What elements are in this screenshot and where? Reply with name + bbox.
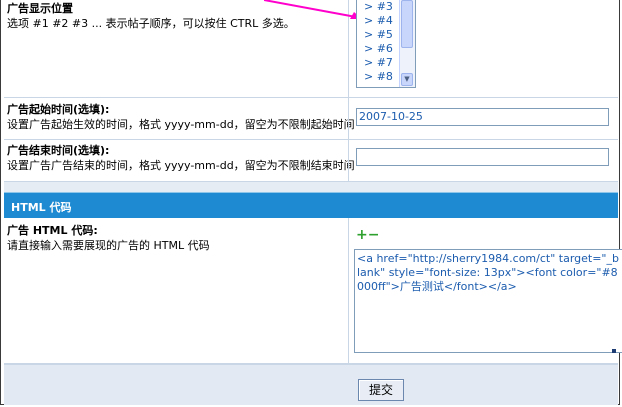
end-time-label-group: 广告结束时间(选填): 设置广告广告结束的时间，格式 yyyy-mm-dd，留空… <box>7 144 355 173</box>
minus-icon[interactable]: − <box>368 227 380 243</box>
column-divider <box>348 98 349 139</box>
position-title: 广告显示位置 <box>7 2 73 15</box>
html-code-row: 广告 HTML 代码: 请直接输入需要展现的广告的 HTML 代码 +− <a … <box>4 218 622 364</box>
end-time-input[interactable] <box>356 148 609 166</box>
html-code-textarea[interactable]: <a href="http://sherry1984.com/ct" targe… <box>354 249 622 353</box>
position-option[interactable]: > #4 <box>364 14 393 28</box>
form-footer: 提交 <box>4 364 618 405</box>
end-time-row: 广告结束时间(选填): 设置广告广告结束的时间，格式 yyyy-mm-dd，留空… <box>4 140 618 182</box>
start-time-desc: 设置广告起始生效的时间，格式 yyyy-mm-dd，留空为不限制起始时间 <box>7 118 355 131</box>
start-time-input[interactable]: 2007-10-25 <box>356 108 609 126</box>
column-divider <box>348 140 349 181</box>
end-time-desc: 设置广告广告结束的时间，格式 yyyy-mm-dd，留空为不限制结束时间 <box>7 159 355 172</box>
scrollbar-thumb[interactable] <box>401 0 413 48</box>
position-option[interactable]: > #5 <box>364 28 393 42</box>
position-row: 广告显示位置 选项 #1 #2 #3 ... 表示帖子顺序，可以按住 CTRL … <box>4 0 618 98</box>
annotation-arrow-icon <box>264 0 362 19</box>
scroll-down-arrow-icon[interactable]: ▼ <box>401 73 413 86</box>
column-divider <box>348 218 349 363</box>
html-section-header: HTML 代码 <box>4 192 618 218</box>
start-time-title: 广告起始时间(选填): <box>7 103 110 116</box>
html-code-desc: 请直接输入需要展现的广告的 HTML 代码 <box>7 239 210 252</box>
position-select[interactable]: > #3 > #4 > #5 > #6 > #7 > #8 ▼ <box>356 0 416 88</box>
position-option[interactable]: > #6 <box>364 42 393 56</box>
position-option[interactable]: > #7 <box>364 56 393 70</box>
position-label-group: 广告显示位置 选项 #1 #2 #3 ... 表示帖子顺序，可以按住 CTRL … <box>7 2 295 31</box>
start-time-row: 广告起始时间(选填): 设置广告起始生效的时间，格式 yyyy-mm-dd，留空… <box>4 98 618 140</box>
submit-button[interactable]: 提交 <box>358 379 404 401</box>
html-code-title: 广告 HTML 代码: <box>7 224 98 237</box>
textarea-resize-handle[interactable] <box>612 349 616 353</box>
section-spacer <box>4 182 618 192</box>
position-desc: 选项 #1 #2 #3 ... 表示帖子顺序，可以按住 CTRL 多选。 <box>7 17 295 30</box>
plus-icon[interactable]: + <box>356 227 368 243</box>
end-time-title: 广告结束时间(选填): <box>7 144 110 157</box>
position-option[interactable]: > #8 <box>364 70 393 84</box>
position-select-scrollbar[interactable]: ▼ <box>399 0 415 87</box>
resize-controls: +− <box>356 228 379 242</box>
html-code-label-group: 广告 HTML 代码: 请直接输入需要展现的广告的 HTML 代码 <box>7 224 210 253</box>
start-time-label-group: 广告起始时间(选填): 设置广告起始生效的时间，格式 yyyy-mm-dd，留空… <box>7 103 355 132</box>
html-section-title: HTML 代码 <box>11 201 72 214</box>
position-option[interactable]: > #3 <box>364 0 393 14</box>
